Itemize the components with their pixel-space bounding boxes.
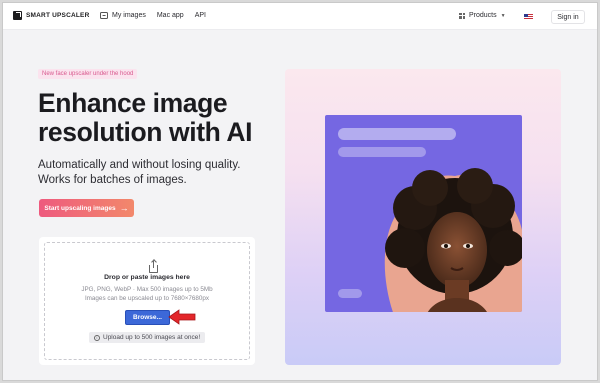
app-window: SMART UPSCALER My images Mac app API Pro… [2, 2, 598, 381]
placeholder-bar [338, 128, 456, 140]
dropzone-size-info: Images can be upscaled up to 7680×7680px [84, 295, 210, 302]
page-title: Enhance image resolution with AI [38, 89, 278, 147]
arrow-right-icon: → [119, 203, 129, 213]
upload-limit-hint: i Upload up to 500 images at once! [89, 332, 206, 343]
nav-mac-app-label: Mac app [156, 12, 184, 19]
top-header: SMART UPSCALER My images Mac app API Pro… [3, 3, 597, 30]
page-subtitle-line-1: Automatically and without losing quality… [38, 159, 241, 171]
logo[interactable]: SMART UPSCALER [13, 11, 89, 20]
products-label: Products [469, 12, 497, 19]
hero-illustration [285, 69, 561, 365]
products-dropdown[interactable]: Products ▼ [459, 12, 506, 19]
nav-api[interactable]: API [195, 12, 206, 19]
us-flag-icon[interactable] [524, 14, 533, 20]
page-subtitle: Automatically and without losing quality… [38, 158, 278, 188]
info-icon: i [94, 334, 100, 341]
page-title-line-2: resolution with AI [38, 117, 253, 147]
page-subtitle-line-2: Works for batches of images. [38, 174, 187, 186]
placeholder-bar [338, 147, 426, 157]
start-upscaling-label: Start upscaling images [44, 204, 116, 212]
preview-card [325, 115, 522, 312]
upload-icon [149, 261, 158, 273]
nav-mac-app[interactable]: Mac app [157, 12, 184, 19]
main-nav: My images Mac app API [100, 12, 217, 19]
start-upscaling-button[interactable]: Start upscaling images → [39, 199, 134, 217]
announcement-badge[interactable]: New face upscaler under the hood [38, 69, 138, 79]
logo-icon [13, 11, 22, 20]
dropzone-title: Drop or paste images here [104, 274, 190, 281]
nav-api-label: API [194, 12, 206, 19]
image-icon [100, 12, 108, 19]
annotation-arrow-icon [168, 309, 196, 325]
chevron-down-icon: ▼ [500, 12, 506, 19]
portrait-image [384, 168, 522, 312]
upload-limit-hint-text: Upload up to 500 images at once! [103, 334, 201, 341]
nav-my-images-label: My images [112, 12, 146, 19]
grid-icon [459, 12, 465, 19]
browse-button[interactable]: Browse... [125, 310, 170, 325]
logo-text: SMART UPSCALER [26, 12, 90, 19]
dropzone-format-info: JPG, PNG, WebP · Max 500 images up to 5M… [81, 286, 213, 293]
nav-my-images[interactable]: My images [100, 12, 146, 19]
page-title-line-1: Enhance image [38, 88, 228, 118]
sign-in-button[interactable]: Sign in [551, 10, 585, 24]
placeholder-bar [338, 289, 362, 298]
